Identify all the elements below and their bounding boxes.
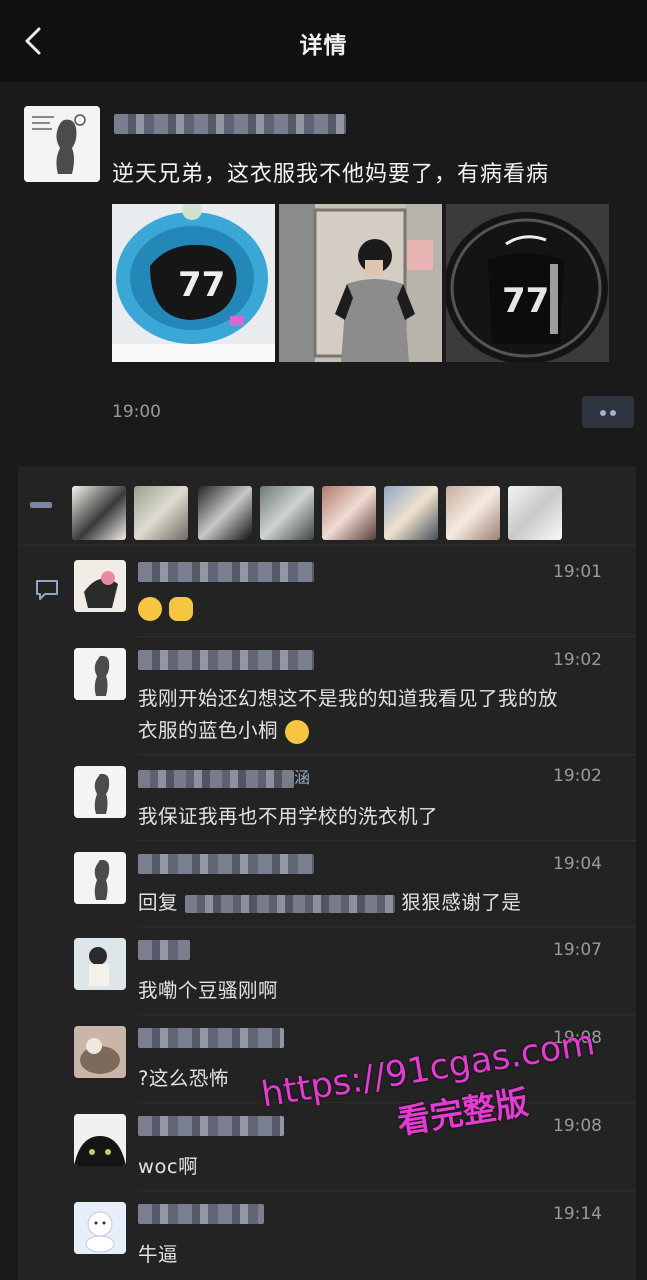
commenter-name-blurred[interactable] [138, 650, 314, 670]
top-bar: 详情 [0, 0, 647, 82]
commenter-name-blurred[interactable] [138, 854, 314, 874]
laugh-cry-emoji-icon [138, 596, 162, 621]
comment-icon [34, 578, 60, 602]
comment-text: 我保证我再也不用学校的洗衣机了 [138, 805, 439, 828]
like-avatar[interactable] [384, 486, 438, 540]
comment-time: 19:04 [553, 854, 602, 874]
likes-row [18, 466, 636, 546]
moment-post: 逆天兄弟，这衣服我不他妈要了，有病看病 77 77 19:00 19:01 19… [0, 82, 647, 1280]
comment-text: woc啊 [138, 1155, 199, 1178]
divider [138, 636, 636, 637]
commenter-avatar[interactable] [74, 560, 126, 612]
post-text: 逆天兄弟，这衣服我不他妈要了，有病看病 [112, 162, 550, 187]
comment-time: 19:07 [553, 940, 602, 960]
divider [138, 1190, 636, 1191]
commenter-avatar[interactable] [74, 648, 126, 700]
commenter-avatar[interactable] [74, 1202, 126, 1254]
comment-text: 我刚开始还幻想这不是我的知道我看见了我的放 [138, 687, 559, 710]
more-options-button[interactable] [582, 396, 634, 428]
divider [138, 754, 636, 755]
comment-text: 牛逼 [138, 1243, 179, 1266]
commenter-avatar[interactable] [74, 1026, 126, 1078]
like-avatar[interactable] [322, 486, 376, 540]
like-avatar[interactable] [260, 486, 314, 540]
commenter-avatar[interactable] [74, 938, 126, 990]
author-name-blurred[interactable] [114, 114, 346, 134]
comment-time: 19:02 [553, 650, 602, 670]
like-avatar[interactable] [446, 486, 500, 540]
svg-text:77: 77 [178, 265, 225, 305]
like-avatar[interactable] [508, 486, 562, 540]
divider [138, 1014, 636, 1015]
like-avatar[interactable] [198, 486, 252, 540]
post-photo-1[interactable]: 77 [112, 204, 275, 362]
commenter-name-blurred[interactable] [138, 1028, 284, 1048]
comment-text: 我嘞个豆骚刚啊 [138, 979, 279, 1002]
commenter-name-blurred[interactable] [138, 1116, 284, 1136]
commenter-name[interactable]: 涵 [138, 764, 311, 788]
post-photo-3[interactable]: 77 [446, 204, 609, 362]
author-avatar[interactable] [24, 106, 100, 182]
post-photo-2[interactable] [279, 204, 442, 362]
commenter-name-blurred[interactable] [138, 562, 314, 582]
commenter-name-blurred[interactable] [138, 940, 190, 960]
comment-text [138, 596, 193, 621]
comment-time: 19:01 [553, 562, 602, 582]
comment-text-line2: 衣服的蓝色小桐 [138, 714, 309, 744]
commenter-avatar[interactable] [74, 1114, 126, 1166]
smile-emoji-icon [284, 719, 309, 744]
comment-text: 回复 狠狠感谢了是 [138, 891, 522, 914]
comment-time: 19:14 [553, 1204, 602, 1224]
divider [138, 840, 636, 841]
svg-text:77: 77 [502, 281, 549, 321]
comment-time: 19:02 [553, 766, 602, 786]
commenter-name-blurred[interactable] [138, 1204, 264, 1224]
like-avatar[interactable] [134, 486, 188, 540]
commenter-avatar[interactable] [74, 852, 126, 904]
commenter-avatar[interactable] [74, 766, 126, 818]
comment-text: ?这么恐怖 [138, 1067, 229, 1090]
ok-hand-emoji-icon [168, 596, 193, 621]
post-time: 19:00 [112, 402, 161, 422]
like-avatar[interactable] [72, 486, 126, 540]
page-title: 详情 [299, 33, 348, 59]
like-icon [30, 502, 52, 508]
divider [138, 926, 636, 927]
